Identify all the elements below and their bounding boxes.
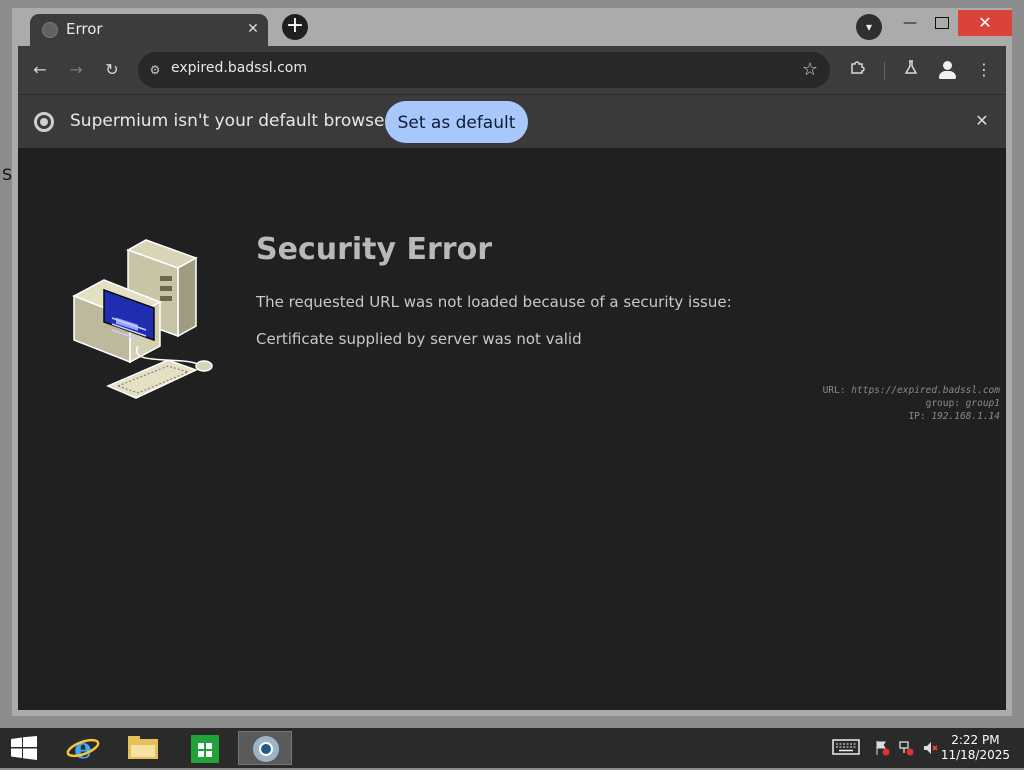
clock-time: 2:22 PM: [951, 733, 1000, 747]
minimize-button[interactable]: —: [896, 10, 924, 36]
flask-icon: [904, 60, 918, 74]
store-icon: [191, 735, 219, 763]
supermium-browser-icon: [253, 736, 279, 762]
meta-ip-row: IP: 192.168.1.14: [823, 410, 1000, 423]
set-as-default-button[interactable]: Set as default: [385, 101, 528, 143]
back-button[interactable]: ←: [28, 58, 52, 82]
labs-button[interactable]: [899, 58, 923, 82]
profile-button[interactable]: [936, 58, 960, 82]
folder-icon: [128, 736, 158, 759]
network-icon[interactable]: [898, 740, 914, 760]
bookmark-star-icon[interactable]: ☆: [802, 59, 818, 80]
close-window-button[interactable]: ✕: [958, 10, 1012, 36]
taskbar: e 2:22 PM 11/18/2025: [0, 728, 1024, 768]
toolbar-separator: [884, 62, 885, 80]
taskbar-supermium[interactable]: [238, 731, 292, 765]
meta-group-label: group:: [925, 398, 960, 409]
new-tab-button[interactable]: +: [282, 14, 308, 40]
profile-icon-body: [939, 71, 956, 79]
tab-search-button[interactable]: ▾: [856, 14, 882, 40]
taskbar-clock[interactable]: 2:22 PM 11/18/2025: [941, 733, 1010, 763]
computer-illustration-icon: [72, 239, 213, 399]
taskbar-file-explorer[interactable]: [116, 731, 170, 765]
extensions-button[interactable]: [846, 58, 870, 82]
globe-icon: [42, 22, 58, 38]
browser-logo-icon: [34, 112, 54, 132]
clock-date: 11/18/2025: [940, 748, 1010, 762]
close-tab-icon[interactable]: ✕: [244, 20, 262, 38]
meta-url-label: URL:: [822, 385, 846, 396]
keyboard-icon[interactable]: [832, 738, 860, 760]
meta-group-value: group1: [965, 398, 1000, 409]
request-metadata: URL: https://expired.badssl.com group: g…: [823, 384, 1000, 423]
meta-url-value: https://expired.badssl.com: [851, 385, 1000, 396]
svg-text:e: e: [74, 732, 92, 765]
meta-group-row: group: group1: [823, 397, 1000, 410]
tab-title: Error: [66, 20, 103, 38]
forward-button[interactable]: →: [64, 58, 88, 82]
infobar-message: Supermium isn't your default browser: [70, 111, 392, 131]
puzzle-icon: [851, 61, 865, 74]
meta-url-row: URL: https://expired.badssl.com: [823, 384, 1000, 397]
page-content: Security Error The requested URL was not…: [18, 148, 1006, 710]
browser-toolbar: ← → ↻ ⚙ expired.badssl.com ☆ ⋮: [18, 46, 1006, 94]
default-browser-infobar: Supermium isn't your default browser Set…: [18, 94, 1006, 149]
close-infobar-icon[interactable]: ✕: [972, 111, 992, 131]
site-info-icon[interactable]: ⚙: [146, 61, 164, 79]
taskbar-store[interactable]: [178, 731, 232, 765]
maximize-icon: [935, 17, 949, 29]
page-title: Security Error: [256, 232, 493, 267]
taskbar-internet-explorer[interactable]: e: [56, 731, 110, 765]
error-description: The requested URL was not loaded because…: [256, 293, 732, 311]
volume-muted-icon[interactable]: [922, 740, 938, 760]
browser-window: Error ✕ + ▾ — ✕ ← → ↻ ⚙ expired.badssl.c…: [12, 8, 1012, 716]
profile-icon: [943, 61, 952, 70]
meta-ip-label: IP:: [908, 411, 926, 422]
error-detail: Certificate supplied by server was not v…: [256, 330, 582, 348]
desktop-edge-text: S: [2, 165, 13, 184]
meta-ip-value: 192.168.1.14: [931, 411, 1000, 422]
menu-button[interactable]: ⋮: [972, 58, 996, 82]
action-center-flag-icon[interactable]: [874, 740, 890, 760]
address-url[interactable]: expired.badssl.com: [171, 60, 307, 76]
reload-button[interactable]: ↻: [100, 58, 124, 82]
maximize-button[interactable]: [928, 10, 956, 36]
windows-start-icon[interactable]: [10, 736, 38, 760]
tab-strip: Error ✕ + ▾ — ✕: [18, 8, 1012, 46]
address-bar[interactable]: ⚙ expired.badssl.com ☆: [138, 52, 830, 88]
internet-explorer-icon: e: [66, 732, 100, 765]
tab-error[interactable]: Error ✕: [30, 14, 268, 46]
